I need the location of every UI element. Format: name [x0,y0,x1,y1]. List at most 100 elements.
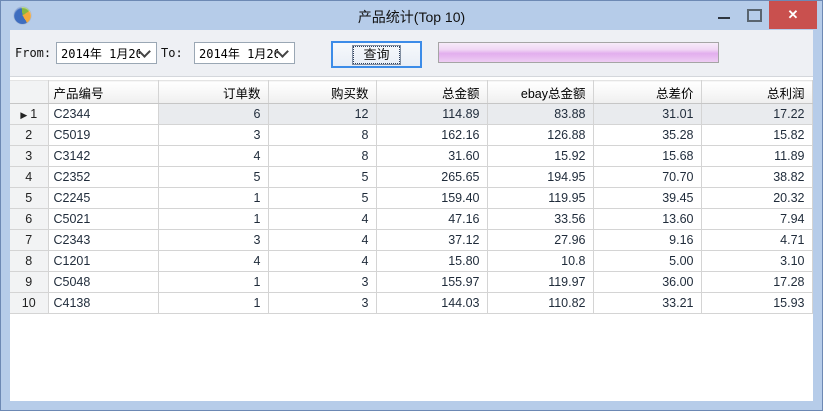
table-cell[interactable]: 1 [158,209,268,230]
row-header[interactable]: 4 [10,167,48,188]
row-header[interactable]: 7 [10,230,48,251]
table-cell[interactable]: 31.01 [593,104,701,125]
table-cell[interactable]: 126.88 [487,125,593,146]
table-cell[interactable]: 6 [158,104,268,125]
table-cell[interactable]: C2343 [48,230,158,251]
table-cell[interactable]: 5 [158,167,268,188]
row-header[interactable]: 3 [10,146,48,167]
table-cell[interactable]: 3 [158,230,268,251]
table-cell[interactable]: 3 [268,293,376,314]
table-cell[interactable]: 162.16 [376,125,487,146]
table-cell[interactable]: 33.56 [487,209,593,230]
table-cell[interactable]: C4138 [48,293,158,314]
table-cell[interactable]: C1201 [48,251,158,272]
table-cell[interactable]: 20.32 [701,188,812,209]
table-cell[interactable]: 36.00 [593,272,701,293]
table-cell[interactable]: 3.10 [701,251,812,272]
table-cell[interactable]: C2344 [48,104,158,125]
table-cell[interactable]: 4 [158,146,268,167]
table-cell[interactable]: 1 [158,272,268,293]
to-label: To: [161,46,183,60]
table-cell[interactable]: 194.95 [487,167,593,188]
maximize-button[interactable] [739,1,769,29]
query-button[interactable]: 查询 [331,41,422,68]
from-date-picker[interactable]: 2014年 1月20日 [56,42,157,64]
table-cell[interactable]: 110.82 [487,293,593,314]
table-cell[interactable]: 15.68 [593,146,701,167]
corner-header[interactable] [10,81,48,104]
table-cell[interactable]: C5021 [48,209,158,230]
table-cell[interactable]: 3 [268,272,376,293]
table-cell[interactable]: 1 [158,293,268,314]
table-cell[interactable]: 15.92 [487,146,593,167]
table-cell[interactable]: 5 [268,188,376,209]
table-cell[interactable]: C5048 [48,272,158,293]
row-header[interactable]: 5 [10,188,48,209]
column-header[interactable]: 总利润 [701,81,812,104]
table-cell[interactable]: 15.80 [376,251,487,272]
close-button[interactable]: ✕ [769,1,817,29]
row-header[interactable]: 2 [10,125,48,146]
table-cell[interactable]: 8 [268,125,376,146]
table-cell[interactable]: 155.97 [376,272,487,293]
table-cell[interactable]: 4.71 [701,230,812,251]
table-cell[interactable]: 3 [158,125,268,146]
table-cell[interactable]: 9.16 [593,230,701,251]
table-row: 6C50211447.1633.5613.607.94 [10,209,812,230]
table-cell[interactable]: 10.8 [487,251,593,272]
table-cell[interactable]: 27.96 [487,230,593,251]
table-cell[interactable]: 12 [268,104,376,125]
table-cell[interactable]: 17.28 [701,272,812,293]
table-cell[interactable]: 114.89 [376,104,487,125]
row-header[interactable]: 8 [10,251,48,272]
table-cell[interactable]: 15.82 [701,125,812,146]
table-cell[interactable]: C2352 [48,167,158,188]
table-cell[interactable]: 11.89 [701,146,812,167]
table-cell[interactable]: 31.60 [376,146,487,167]
column-header[interactable]: 订单数 [158,81,268,104]
table-cell[interactable]: 144.03 [376,293,487,314]
table-cell[interactable]: 119.95 [487,188,593,209]
window-controls: ✕ [709,1,817,29]
table-cell[interactable]: 47.16 [376,209,487,230]
minimize-icon [718,17,730,19]
table-cell[interactable]: 17.22 [701,104,812,125]
table-cell[interactable]: 38.82 [701,167,812,188]
table-cell[interactable]: 35.28 [593,125,701,146]
table-cell[interactable]: 5 [268,167,376,188]
table-cell[interactable]: 8 [268,146,376,167]
to-date-picker[interactable]: 2014年 1月26日 [194,42,295,64]
row-header[interactable]: 10 [10,293,48,314]
table-cell[interactable]: 83.88 [487,104,593,125]
table-cell[interactable]: 4 [268,251,376,272]
table-cell[interactable]: C2245 [48,188,158,209]
table-cell[interactable]: 4 [158,251,268,272]
column-header[interactable]: 购买数 [268,81,376,104]
table-cell[interactable]: 13.60 [593,209,701,230]
table-cell[interactable]: 159.40 [376,188,487,209]
column-header[interactable]: 产品编号 [48,81,158,104]
from-date-value: 2014年 1月20日 [57,45,140,62]
table-cell[interactable]: 1 [158,188,268,209]
table-cell[interactable]: 70.70 [593,167,701,188]
row-header[interactable]: 9 [10,272,48,293]
table-cell[interactable]: 4 [268,209,376,230]
column-header[interactable]: 总金额 [376,81,487,104]
minimize-button[interactable] [709,1,739,29]
table-cell[interactable]: 4 [268,230,376,251]
row-header[interactable]: ▶1 [10,104,48,125]
table-cell[interactable]: 5.00 [593,251,701,272]
table-cell[interactable]: 119.97 [487,272,593,293]
table-cell[interactable]: C5019 [48,125,158,146]
table-cell[interactable]: 15.93 [701,293,812,314]
table-cell[interactable]: 37.12 [376,230,487,251]
table-cell[interactable]: 7.94 [701,209,812,230]
titlebar[interactable]: 产品统计(Top 10) ✕ [1,1,822,30]
column-header[interactable]: 总差价 [593,81,701,104]
table-cell[interactable]: C3142 [48,146,158,167]
row-header[interactable]: 6 [10,209,48,230]
column-header[interactable]: ebay总金额 [487,81,593,104]
table-cell[interactable]: 39.45 [593,188,701,209]
table-cell[interactable]: 265.65 [376,167,487,188]
table-cell[interactable]: 33.21 [593,293,701,314]
